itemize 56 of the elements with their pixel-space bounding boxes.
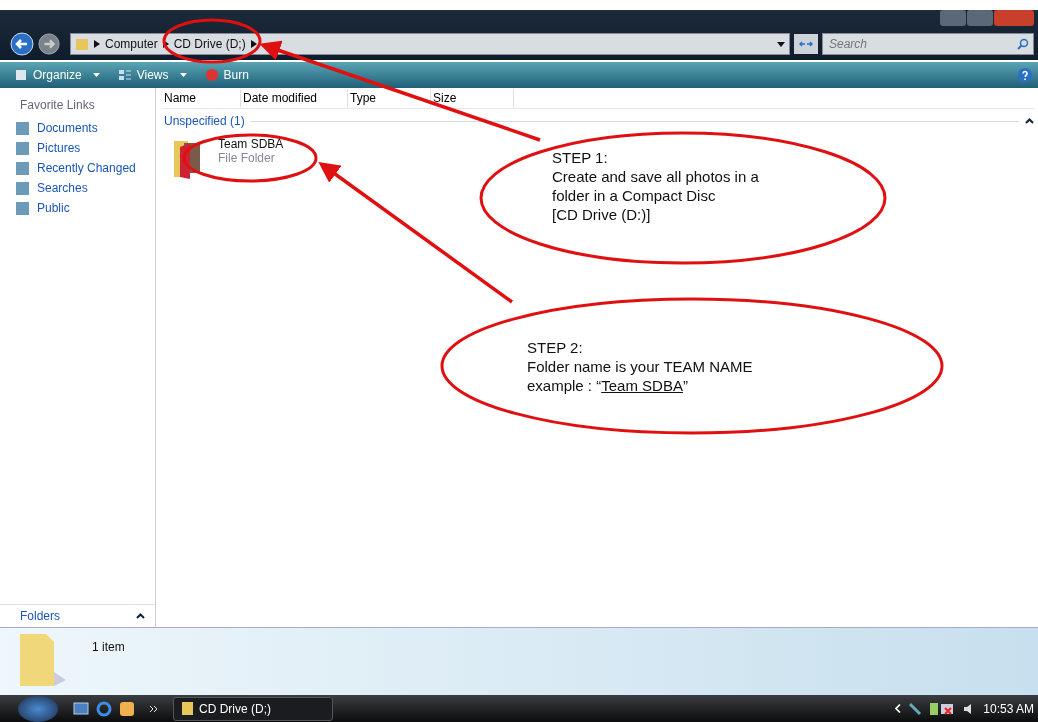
sidebar-item[interactable]: Public <box>0 198 155 218</box>
folder-icon <box>75 37 89 51</box>
refresh-button[interactable] <box>794 34 818 54</box>
sidebar-item[interactable]: Documents <box>0 118 155 138</box>
callout-text: [CD Drive (D:)] <box>552 205 652 224</box>
tray-expand-icon[interactable] <box>895 704 902 713</box>
address-bar[interactable]: Computer CD Drive (D;) <box>70 33 790 55</box>
breadcrumb[interactable]: CD Drive (D;) <box>173 37 246 51</box>
organize-icon <box>14 68 28 82</box>
views-icon <box>117 68 132 82</box>
toolbar-button[interactable]: Burn <box>204 68 249 82</box>
tray-icons[interactable] <box>929 701 956 716</box>
sidebar-item[interactable]: Pictures <box>0 138 155 158</box>
browser-icon[interactable] <box>96 700 112 717</box>
more-icon[interactable] <box>150 705 158 712</box>
clock[interactable]: 10:53 AM <box>983 701 1034 716</box>
help-icon[interactable] <box>1018 68 1032 82</box>
sidebar-heading: Favorite Links <box>19 98 96 112</box>
callout-text: STEP 1: <box>552 148 609 167</box>
collapse-icon[interactable] <box>1025 118 1034 124</box>
folder-item[interactable]: Team SDBA File Folder <box>162 129 322 179</box>
folders-toggle[interactable]: Folders <box>20 609 60 623</box>
column-header[interactable]: Date modified <box>241 89 348 107</box>
back-button[interactable] <box>10 32 34 56</box>
column-header[interactable]: Type <box>348 89 431 107</box>
forward-button[interactable] <box>38 33 60 55</box>
burn-icon <box>204 68 219 82</box>
breadcrumb[interactable]: Computer <box>105 37 158 51</box>
group-heading[interactable]: Unspecified (1) <box>164 114 245 128</box>
callout-text: STEP 2: <box>527 338 584 357</box>
sidebar-item[interactable]: Searches <box>0 178 155 198</box>
breadcrumb-arrow-icon[interactable] <box>250 40 257 48</box>
item-count: 1 item <box>92 640 125 654</box>
toolbar-button[interactable]: Organize <box>14 68 100 82</box>
dropdown-arrow-icon[interactable] <box>777 41 785 47</box>
search-icon <box>1017 38 1029 50</box>
desktop-icon[interactable] <box>73 701 89 716</box>
toolbar-button[interactable]: Views <box>117 68 187 82</box>
taskbar-window-button[interactable]: CD Drive (D;) <box>173 696 333 721</box>
caret-icon <box>179 73 187 77</box>
callout-text: Folder name is your TEAM NAME <box>527 357 753 376</box>
refresh-icon <box>799 39 813 49</box>
app-icon[interactable] <box>119 700 135 717</box>
breadcrumb-arrow-icon[interactable] <box>94 40 100 48</box>
breadcrumb-arrow-icon[interactable] <box>162 40 169 48</box>
column-header[interactable]: Size <box>431 89 514 107</box>
callout-text: example : “Team SDBA” <box>527 376 689 395</box>
callout-text: folder in a Compact Disc <box>552 186 717 205</box>
column-header[interactable]: Name <box>162 89 241 107</box>
caret-icon <box>92 73 100 77</box>
sidebar-item[interactable]: Recently Changed <box>0 158 155 178</box>
search-field[interactable]: Search <box>822 33 1034 55</box>
start-button[interactable] <box>18 695 58 722</box>
collapse-icon[interactable] <box>136 613 145 619</box>
callout-text: Create and save all photos in a <box>552 167 759 186</box>
search-input[interactable]: Search <box>827 36 1017 52</box>
